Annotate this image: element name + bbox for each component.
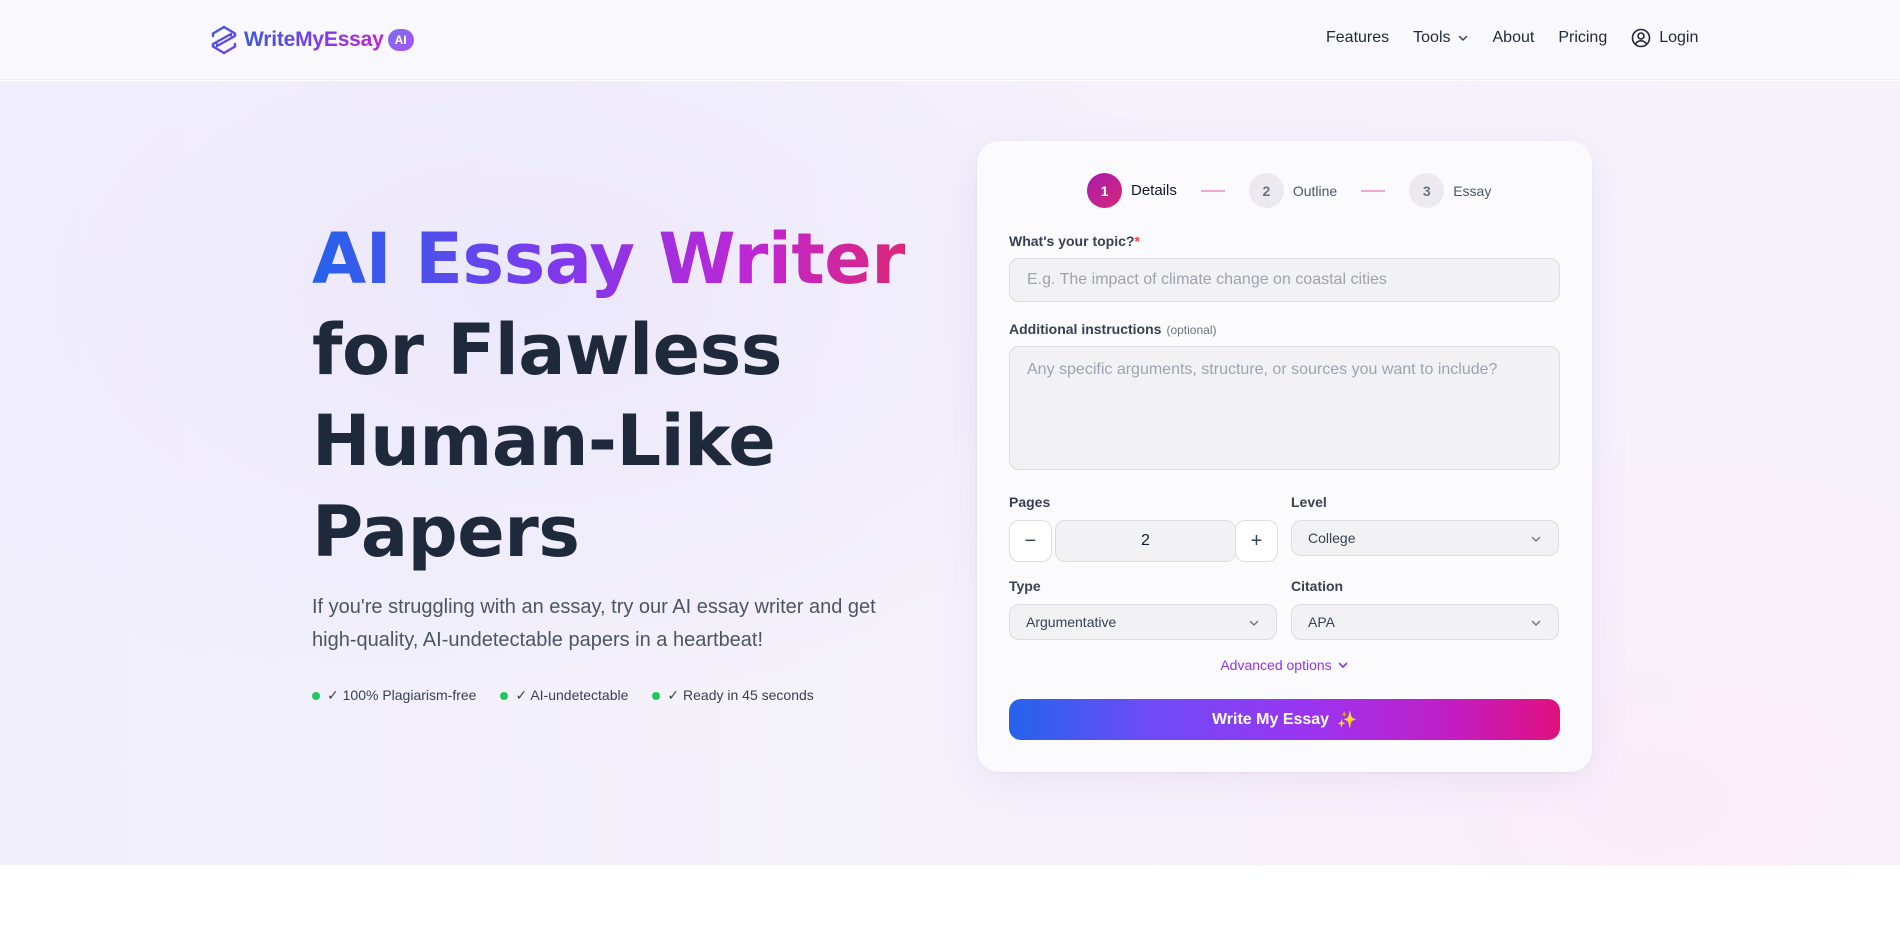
step-number: 1: [1087, 173, 1122, 208]
nav-about[interactable]: About: [1493, 29, 1535, 47]
pages-label: Pages: [1009, 494, 1051, 510]
step-label: Outline: [1292, 182, 1338, 199]
feature-item: ✓ AI-undetectable: [500, 687, 628, 704]
headline-line-4: Papers: [312, 491, 580, 573]
progress-stepper: 1 Details 2 Outline 3 Essay: [1087, 173, 1491, 208]
type-label: Type: [1009, 578, 1041, 594]
brand-ai-badge: AI: [387, 29, 414, 51]
step-label: Details: [1131, 182, 1177, 199]
pages-increment-button[interactable]: +: [1235, 520, 1278, 562]
step-details[interactable]: 1 Details: [1087, 173, 1177, 208]
hero-headline: AI Essay Writer for Flawless Human-Like …: [312, 214, 912, 578]
feature-label: ✓ AI-undetectable: [515, 687, 629, 703]
citation-label: Citation: [1291, 578, 1344, 594]
step-number: 2: [1248, 173, 1284, 208]
advanced-options-toggle[interactable]: Advanced options: [977, 657, 1592, 673]
site-header: WriteMyEssay AI Features Tools About Pri…: [0, 0, 1900, 80]
brand-logo[interactable]: WriteMyEssay AI: [210, 25, 414, 55]
headline-line-1: AI Essay Writer: [312, 214, 912, 305]
step-outline[interactable]: 2 Outline: [1248, 173, 1338, 208]
chevron-down-icon: [1531, 620, 1541, 626]
nav-features[interactable]: Features: [1326, 29, 1389, 47]
required-marker: *: [1134, 233, 1140, 249]
nav-tools-label: Tools: [1413, 29, 1451, 46]
main-nav: Features Tools About Pricing Login: [1326, 28, 1698, 48]
login-link[interactable]: Login: [1631, 28, 1698, 48]
headline-gradient-text: AI Essay Writer: [312, 218, 906, 300]
step-connector: [1361, 189, 1386, 192]
instructions-textarea[interactable]: [1009, 346, 1560, 470]
sparkle-icon: ✨: [1337, 711, 1357, 729]
write-my-essay-button[interactable]: Write My Essay ✨: [1009, 699, 1560, 740]
user-circle-icon: [1631, 28, 1651, 48]
level-label: Level: [1291, 494, 1327, 510]
topic-label-text: What's your topic?: [1009, 233, 1135, 249]
green-dot-icon: [500, 691, 509, 700]
topic-input[interactable]: [1009, 258, 1560, 302]
step-connector: [1200, 189, 1225, 192]
login-label: Login: [1659, 29, 1699, 46]
essay-form-card: 1 Details 2 Outline 3 Essay What's your …: [977, 141, 1592, 772]
chevron-down-icon: [1458, 35, 1467, 41]
submit-label: Write My Essay: [1211, 710, 1330, 728]
step-essay[interactable]: 3 Essay: [1409, 173, 1491, 208]
step-label: Essay: [1453, 182, 1492, 199]
feature-item: ✓ Ready in 45 seconds: [652, 687, 814, 704]
green-dot-icon: [312, 691, 320, 700]
feature-label: ✓ 100% Plagiarism-free: [327, 687, 477, 703]
type-value: Argumentative: [1026, 614, 1117, 630]
citation-value: APA: [1308, 614, 1335, 630]
nav-tools[interactable]: Tools: [1413, 29, 1468, 47]
feature-label: ✓ Ready in 45 seconds: [667, 687, 814, 703]
hero-section: [0, 81, 1900, 865]
pages-decrement-button[interactable]: −: [1009, 520, 1052, 562]
topic-label: What's your topic?*: [1009, 233, 1140, 249]
type-select[interactable]: Argumentative: [1009, 604, 1277, 640]
step-number: 3: [1409, 173, 1445, 208]
chevron-down-icon: [1249, 620, 1259, 626]
headline-line-3: Human-Like: [312, 400, 776, 482]
feature-item: ✓ 100% Plagiarism-free: [312, 687, 476, 704]
nav-pricing[interactable]: Pricing: [1558, 29, 1607, 47]
instructions-label: Additional instructions (optional): [1009, 321, 1216, 337]
optional-marker: (optional): [1166, 323, 1217, 337]
advanced-options-label: Advanced options: [1220, 657, 1332, 673]
instructions-label-text: Additional instructions: [1009, 321, 1162, 337]
chevron-down-icon: [1338, 662, 1347, 668]
citation-select[interactable]: APA: [1291, 604, 1559, 640]
level-value: College: [1308, 530, 1356, 546]
chevron-down-icon: [1531, 536, 1541, 542]
green-dot-icon: [652, 691, 661, 700]
logo-icon: [211, 25, 237, 55]
headline-line-2: for Flawless: [312, 309, 782, 391]
pages-value[interactable]: 2: [1055, 520, 1236, 562]
hero-subtext: If you're struggling with an essay, try …: [312, 596, 876, 651]
brand-name: WriteMyEssay: [244, 28, 384, 51]
level-select[interactable]: College: [1291, 520, 1559, 556]
feature-list: ✓ 100% Plagiarism-free ✓ AI-undetectable…: [312, 687, 838, 704]
